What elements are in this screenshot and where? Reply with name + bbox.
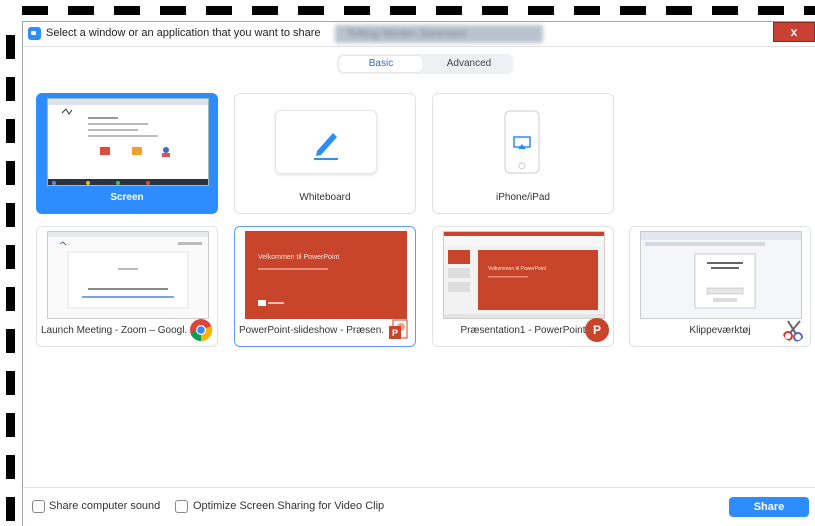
title-bar: Select a window or an application that y… xyxy=(23,22,815,47)
svg-text:P: P xyxy=(392,328,398,338)
share-sound-label[interactable]: Share computer sound xyxy=(49,500,160,512)
tab-basic[interactable]: Basic xyxy=(339,56,423,72)
slide-title: Velkommen til PowerPoint xyxy=(488,266,547,272)
screen-thumbnail xyxy=(47,98,209,186)
pencil-icon xyxy=(314,133,338,160)
optimize-video-label[interactable]: Optimize Screen Sharing for Video Clip xyxy=(193,500,384,512)
chrome-icon xyxy=(190,319,213,342)
card-label: Launch Meeting - Zoom – Googl... xyxy=(41,325,187,336)
powerpoint-icon: P xyxy=(585,318,609,342)
tab-advanced[interactable]: Advanced xyxy=(427,56,511,72)
card-label: Whiteboard xyxy=(299,192,351,203)
share-card-powerpoint[interactable]: Velkommen til PowerPoint Præsentation1 -… xyxy=(432,226,614,347)
close-button[interactable]: x xyxy=(773,22,815,42)
whiteboard-panel xyxy=(275,110,377,174)
share-sound-checkbox[interactable] xyxy=(32,500,45,513)
share-dialog: Select a window or an application that y… xyxy=(22,21,815,526)
share-card-iphone-ipad[interactable]: iPhone/iPad xyxy=(432,93,614,214)
dashed-border-top xyxy=(22,6,815,15)
blurred-meeting-name: Tofting Morten Sorensen xyxy=(335,25,543,43)
chrome-thumbnail xyxy=(47,231,209,319)
optimize-video-checkbox[interactable] xyxy=(175,500,188,513)
iphone-icon xyxy=(504,110,540,174)
share-mode-tabs: Basic Advanced xyxy=(337,54,513,74)
card-label: iPhone/iPad xyxy=(496,192,550,203)
share-card-whiteboard[interactable]: Whiteboard xyxy=(234,93,416,214)
card-label: PowerPoint-slideshow - Præsen... xyxy=(239,325,385,336)
powerpoint-slideshow-icon: P xyxy=(389,319,408,339)
share-card-snipping-tool[interactable]: Klippeværktøj xyxy=(629,226,811,347)
card-label: Screen xyxy=(110,192,144,203)
share-card-chrome[interactable]: Launch Meeting - Zoom – Googl... xyxy=(36,226,218,347)
share-button[interactable]: Share xyxy=(729,497,809,517)
share-card-screen[interactable]: Screen xyxy=(36,93,218,214)
powerpoint-thumbnail: Velkommen til PowerPoint xyxy=(443,231,605,319)
share-card-powerpoint-slideshow[interactable]: Velkommen til PowerPoint PowerPoint-slid… xyxy=(234,226,416,347)
snipping-tool-thumbnail xyxy=(640,231,802,319)
dashed-border-left xyxy=(6,35,15,526)
bottom-bar: Share computer sound Optimize Screen Sha… xyxy=(23,487,815,526)
scissors-icon xyxy=(783,320,803,342)
dialog-title: Select a window or an application that y… xyxy=(46,27,321,39)
zoom-app-icon xyxy=(28,27,41,40)
slideshow-thumbnail: Velkommen til PowerPoint xyxy=(245,231,407,319)
